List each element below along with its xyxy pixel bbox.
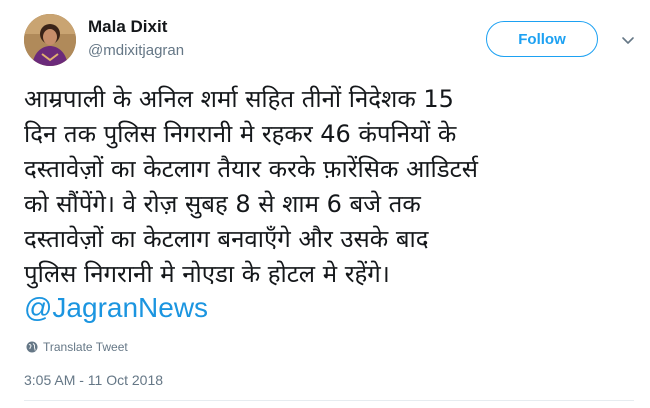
tweet-line: दस्तावेज़ों का केटलाग तैयार करके फ़ारेंस… — [24, 155, 478, 183]
tweet-card: Mala Dixit @mdixitjagran Follow आम्रपाली… — [0, 0, 650, 408]
chevron-down-icon[interactable] — [620, 32, 636, 48]
tweet-line: पुलिस निगरानी मे नोएडा के होटल मे रहेंगे… — [24, 260, 390, 288]
user-handle[interactable]: @mdixitjagran — [88, 42, 184, 59]
globe-icon — [26, 341, 38, 353]
tweet-timestamp[interactable]: 3:05 AM - 11 Oct 2018 — [24, 372, 163, 388]
tweet-line: आम्रपाली के अनिल शर्मा सहित तीनों निदेशक… — [24, 85, 454, 113]
translate-label: Translate Tweet — [43, 340, 128, 354]
tweet-line: को सौंपेंगे। वे रोज़ सुबह 8 से शाम 6 बजे… — [24, 190, 421, 218]
tweet-text: आम्रपाली के अनिल शर्मा सहित तीनों निदेशक… — [24, 82, 634, 325]
divider — [24, 400, 634, 401]
mention-link[interactable]: @JagranNews — [24, 290, 634, 325]
display-name[interactable]: Mala Dixit — [88, 17, 167, 37]
avatar[interactable] — [24, 14, 76, 66]
avatar-image — [24, 14, 76, 66]
tweet-line: दिन तक पुलिस निगरानी मे रहकर 46 कंपनियों… — [24, 120, 457, 148]
translate-tweet-link[interactable]: Translate Tweet — [26, 340, 128, 354]
follow-button[interactable]: Follow — [486, 21, 598, 57]
tweet-line: दस्तावेज़ों का केटलाग बनवाएँगे और उसके ब… — [24, 225, 429, 253]
